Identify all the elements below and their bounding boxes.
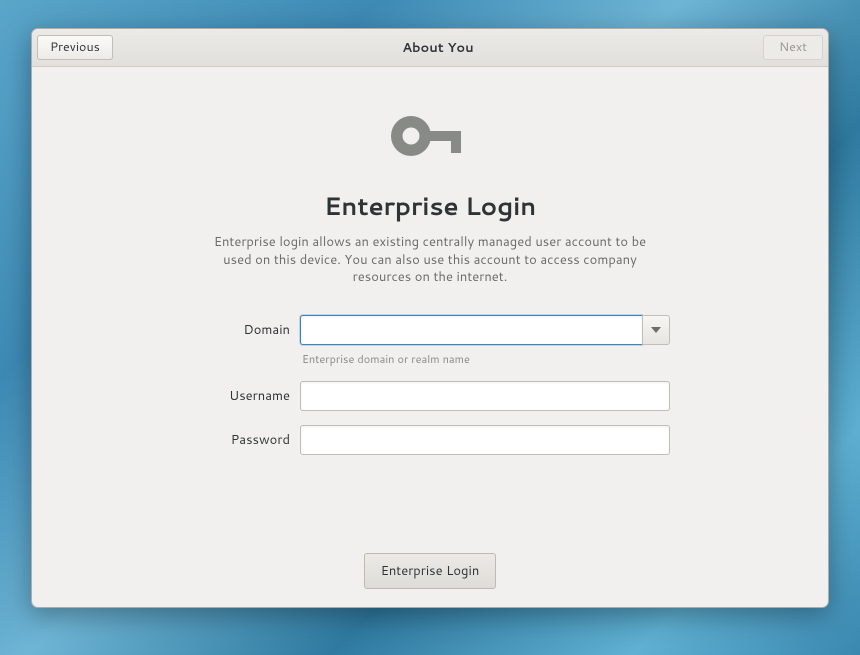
domain-combo (300, 315, 670, 345)
content-area: Enterprise Login Enterprise login allows… (32, 67, 828, 607)
chevron-down-icon (651, 327, 661, 333)
page-title: Enterprise Login (324, 189, 536, 224)
next-button[interactable]: Next (763, 35, 823, 60)
username-input[interactable] (300, 381, 670, 411)
password-label: Password (190, 425, 290, 449)
window-title: About You (402, 39, 473, 57)
domain-dropdown-button[interactable] (642, 315, 670, 345)
footer-area: Enterprise Login (32, 553, 828, 589)
password-input[interactable] (300, 425, 670, 455)
domain-input[interactable] (300, 315, 642, 345)
login-form: Domain Enterprise domain or realm name U… (190, 315, 670, 455)
enterprise-login-button[interactable]: Enterprise Login (364, 553, 497, 589)
titlebar: Previous About You Next (32, 29, 828, 67)
username-label: Username (190, 381, 290, 405)
previous-button[interactable]: Previous (37, 35, 113, 60)
key-icon (391, 115, 469, 163)
domain-hint: Enterprise domain or realm name (302, 351, 670, 367)
domain-field-cell: Enterprise domain or realm name (300, 315, 670, 367)
page-subtitle: Enterprise login allows an existing cent… (210, 234, 650, 287)
username-field-cell (300, 381, 670, 411)
domain-label: Domain (190, 315, 290, 339)
password-field-cell (300, 425, 670, 455)
setup-window: Previous About You Next Enterprise Login… (31, 28, 829, 608)
